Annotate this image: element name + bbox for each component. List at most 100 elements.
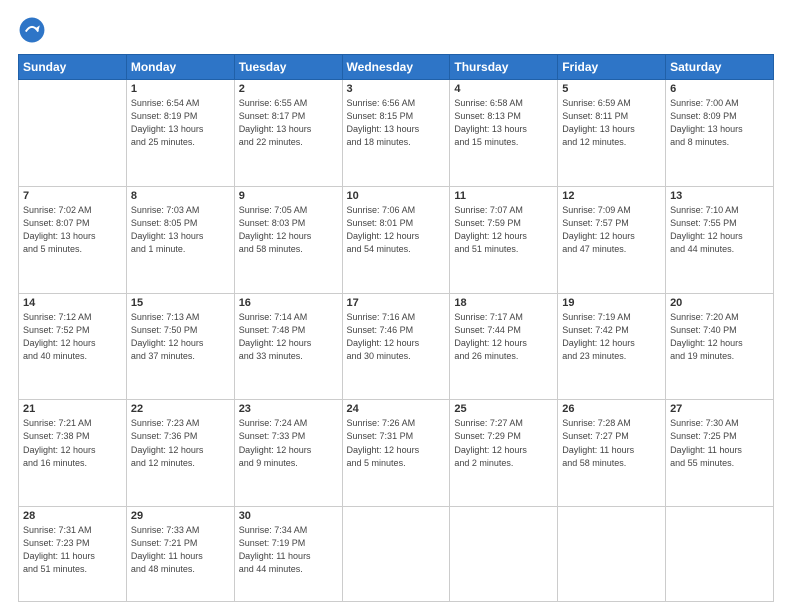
day-number: 17 bbox=[347, 297, 446, 309]
day-number: 6 bbox=[670, 83, 769, 95]
day-info: Sunrise: 7:07 AM Sunset: 7:59 PM Dayligh… bbox=[454, 204, 553, 256]
day-number: 20 bbox=[670, 297, 769, 309]
day-number: 13 bbox=[670, 190, 769, 202]
calendar-cell: 23Sunrise: 7:24 AM Sunset: 7:33 PM Dayli… bbox=[234, 400, 342, 507]
calendar-cell: 22 Sunrise: 7:23 AM Sunset: 7:36 PM Dayli… bbox=[126, 400, 234, 507]
day-number: 5 bbox=[562, 83, 661, 95]
calendar-week-row: 28 Sunrise: 7:31 AM Sunset: 7:23 PM Dayli… bbox=[19, 507, 774, 602]
day-info: Sunrise: 7:09 AM Sunset: 7:57 PM Dayligh… bbox=[562, 204, 661, 256]
page-header bbox=[18, 16, 774, 44]
day-number: 1 bbox=[131, 83, 230, 95]
calendar-day-header: Saturday bbox=[666, 55, 774, 80]
day-number: 25 bbox=[454, 403, 553, 415]
calendar-cell bbox=[666, 507, 774, 602]
day-info: Sunrise: 7:33 AM Sunset: 7:21 PM Dayligh… bbox=[131, 524, 230, 576]
calendar-cell: 25 Sunrise: 7:27 AM Sunset: 7:29 PM Dayli… bbox=[450, 400, 558, 507]
calendar-cell: 15Sunrise: 7:13 AM Sunset: 7:50 PM Dayli… bbox=[126, 293, 234, 400]
day-info: Sunrise: 7:14 AM Sunset: 7:48 PM Dayligh… bbox=[239, 311, 338, 363]
calendar-cell: 26 Sunrise: 7:28 AM Sunset: 7:27 PM Dayli… bbox=[558, 400, 666, 507]
calendar-day-header: Tuesday bbox=[234, 55, 342, 80]
day-info: Sunrise: 7:26 AM Sunset: 7:31 PM Dayligh… bbox=[347, 417, 446, 469]
day-number: 21 bbox=[23, 403, 122, 415]
calendar-day-header: Monday bbox=[126, 55, 234, 80]
day-info: Sunrise: 7:21 AM Sunset: 7:38 PM Dayligh… bbox=[23, 417, 122, 469]
calendar-cell: 3Sunrise: 6:56 AM Sunset: 8:15 PM Daylig… bbox=[342, 80, 450, 187]
day-number: 23 bbox=[239, 403, 338, 415]
day-info: Sunrise: 7:27 AM Sunset: 7:29 PM Dayligh… bbox=[454, 417, 553, 469]
logo-icon bbox=[18, 16, 46, 44]
calendar-cell: 5 Sunrise: 6:59 AM Sunset: 8:11 PM Daylig… bbox=[558, 80, 666, 187]
calendar-cell: 14 Sunrise: 7:12 AM Sunset: 7:52 PM Dayli… bbox=[19, 293, 127, 400]
day-info: Sunrise: 7:05 AM Sunset: 8:03 PM Dayligh… bbox=[239, 204, 338, 256]
day-number: 12 bbox=[562, 190, 661, 202]
day-info: Sunrise: 7:19 AM Sunset: 7:42 PM Dayligh… bbox=[562, 311, 661, 363]
calendar-cell: 4Sunrise: 6:58 AM Sunset: 8:13 PM Daylig… bbox=[450, 80, 558, 187]
day-info: Sunrise: 7:10 AM Sunset: 7:55 PM Dayligh… bbox=[670, 204, 769, 256]
calendar-header-row: SundayMondayTuesdayWednesdayThursdayFrid… bbox=[19, 55, 774, 80]
calendar-cell: 24 Sunrise: 7:26 AM Sunset: 7:31 PM Dayli… bbox=[342, 400, 450, 507]
calendar-cell: 12 Sunrise: 7:09 AM Sunset: 7:57 PM Dayli… bbox=[558, 186, 666, 293]
day-number: 30 bbox=[239, 510, 338, 522]
calendar-cell: 17 Sunrise: 7:16 AM Sunset: 7:46 PM Dayli… bbox=[342, 293, 450, 400]
calendar-cell: 20 Sunrise: 7:20 AM Sunset: 7:40 PM Dayli… bbox=[666, 293, 774, 400]
calendar-cell: 8Sunrise: 7:03 AM Sunset: 8:05 PM Daylig… bbox=[126, 186, 234, 293]
day-info: Sunrise: 6:59 AM Sunset: 8:11 PM Dayligh… bbox=[562, 97, 661, 149]
calendar-table: SundayMondayTuesdayWednesdayThursdayFrid… bbox=[18, 54, 774, 602]
day-number: 26 bbox=[562, 403, 661, 415]
calendar-cell: 13 Sunrise: 7:10 AM Sunset: 7:55 PM Dayli… bbox=[666, 186, 774, 293]
day-number: 2 bbox=[239, 83, 338, 95]
calendar-week-row: 7Sunrise: 7:02 AM Sunset: 8:07 PM Daylig… bbox=[19, 186, 774, 293]
calendar-cell: 18Sunrise: 7:17 AM Sunset: 7:44 PM Dayli… bbox=[450, 293, 558, 400]
calendar-day-header: Sunday bbox=[19, 55, 127, 80]
day-info: Sunrise: 7:31 AM Sunset: 7:23 PM Dayligh… bbox=[23, 524, 122, 576]
calendar-week-row: 1Sunrise: 6:54 AM Sunset: 8:19 PM Daylig… bbox=[19, 80, 774, 187]
calendar-week-row: 21 Sunrise: 7:21 AM Sunset: 7:38 PM Dayli… bbox=[19, 400, 774, 507]
day-info: Sunrise: 6:58 AM Sunset: 8:13 PM Dayligh… bbox=[454, 97, 553, 149]
calendar-cell: 21 Sunrise: 7:21 AM Sunset: 7:38 PM Dayli… bbox=[19, 400, 127, 507]
calendar-cell: 7Sunrise: 7:02 AM Sunset: 8:07 PM Daylig… bbox=[19, 186, 127, 293]
calendar-cell: 2 Sunrise: 6:55 AM Sunset: 8:17 PM Daylig… bbox=[234, 80, 342, 187]
calendar-cell: 6 Sunrise: 7:00 AM Sunset: 8:09 PM Daylig… bbox=[666, 80, 774, 187]
day-info: Sunrise: 7:13 AM Sunset: 7:50 PM Dayligh… bbox=[131, 311, 230, 363]
day-info: Sunrise: 7:34 AM Sunset: 7:19 PM Dayligh… bbox=[239, 524, 338, 576]
day-number: 19 bbox=[562, 297, 661, 309]
day-number: 14 bbox=[23, 297, 122, 309]
day-number: 22 bbox=[131, 403, 230, 415]
day-number: 28 bbox=[23, 510, 122, 522]
calendar-cell: 30 Sunrise: 7:34 AM Sunset: 7:19 PM Dayli… bbox=[234, 507, 342, 602]
calendar-cell bbox=[450, 507, 558, 602]
day-number: 16 bbox=[239, 297, 338, 309]
day-number: 29 bbox=[131, 510, 230, 522]
day-number: 27 bbox=[670, 403, 769, 415]
calendar-week-row: 14 Sunrise: 7:12 AM Sunset: 7:52 PM Dayli… bbox=[19, 293, 774, 400]
day-number: 10 bbox=[347, 190, 446, 202]
day-number: 24 bbox=[347, 403, 446, 415]
calendar-day-header: Friday bbox=[558, 55, 666, 80]
day-number: 3 bbox=[347, 83, 446, 95]
day-info: Sunrise: 7:20 AM Sunset: 7:40 PM Dayligh… bbox=[670, 311, 769, 363]
day-number: 11 bbox=[454, 190, 553, 202]
calendar-day-header: Wednesday bbox=[342, 55, 450, 80]
calendar-cell: 27 Sunrise: 7:30 AM Sunset: 7:25 PM Dayli… bbox=[666, 400, 774, 507]
calendar-cell: 16 Sunrise: 7:14 AM Sunset: 7:48 PM Dayli… bbox=[234, 293, 342, 400]
calendar-cell bbox=[19, 80, 127, 187]
calendar-cell: 11 Sunrise: 7:07 AM Sunset: 7:59 PM Dayli… bbox=[450, 186, 558, 293]
calendar-cell: 29 Sunrise: 7:33 AM Sunset: 7:21 PM Dayli… bbox=[126, 507, 234, 602]
day-info: Sunrise: 7:28 AM Sunset: 7:27 PM Dayligh… bbox=[562, 417, 661, 469]
day-number: 9 bbox=[239, 190, 338, 202]
day-number: 18 bbox=[454, 297, 553, 309]
calendar-day-header: Thursday bbox=[450, 55, 558, 80]
day-info: Sunrise: 7:06 AM Sunset: 8:01 PM Dayligh… bbox=[347, 204, 446, 256]
day-info: Sunrise: 7:30 AM Sunset: 7:25 PM Dayligh… bbox=[670, 417, 769, 469]
calendar-cell bbox=[558, 507, 666, 602]
day-info: Sunrise: 7:12 AM Sunset: 7:52 PM Dayligh… bbox=[23, 311, 122, 363]
calendar-cell: 19 Sunrise: 7:19 AM Sunset: 7:42 PM Dayli… bbox=[558, 293, 666, 400]
calendar-cell: 10 Sunrise: 7:06 AM Sunset: 8:01 PM Dayli… bbox=[342, 186, 450, 293]
day-info: Sunrise: 7:02 AM Sunset: 8:07 PM Dayligh… bbox=[23, 204, 122, 256]
day-info: Sunrise: 7:16 AM Sunset: 7:46 PM Dayligh… bbox=[347, 311, 446, 363]
calendar-cell: 28 Sunrise: 7:31 AM Sunset: 7:23 PM Dayli… bbox=[19, 507, 127, 602]
day-number: 8 bbox=[131, 190, 230, 202]
day-info: Sunrise: 7:00 AM Sunset: 8:09 PM Dayligh… bbox=[670, 97, 769, 149]
day-info: Sunrise: 6:55 AM Sunset: 8:17 PM Dayligh… bbox=[239, 97, 338, 149]
day-info: Sunrise: 7:23 AM Sunset: 7:36 PM Dayligh… bbox=[131, 417, 230, 469]
